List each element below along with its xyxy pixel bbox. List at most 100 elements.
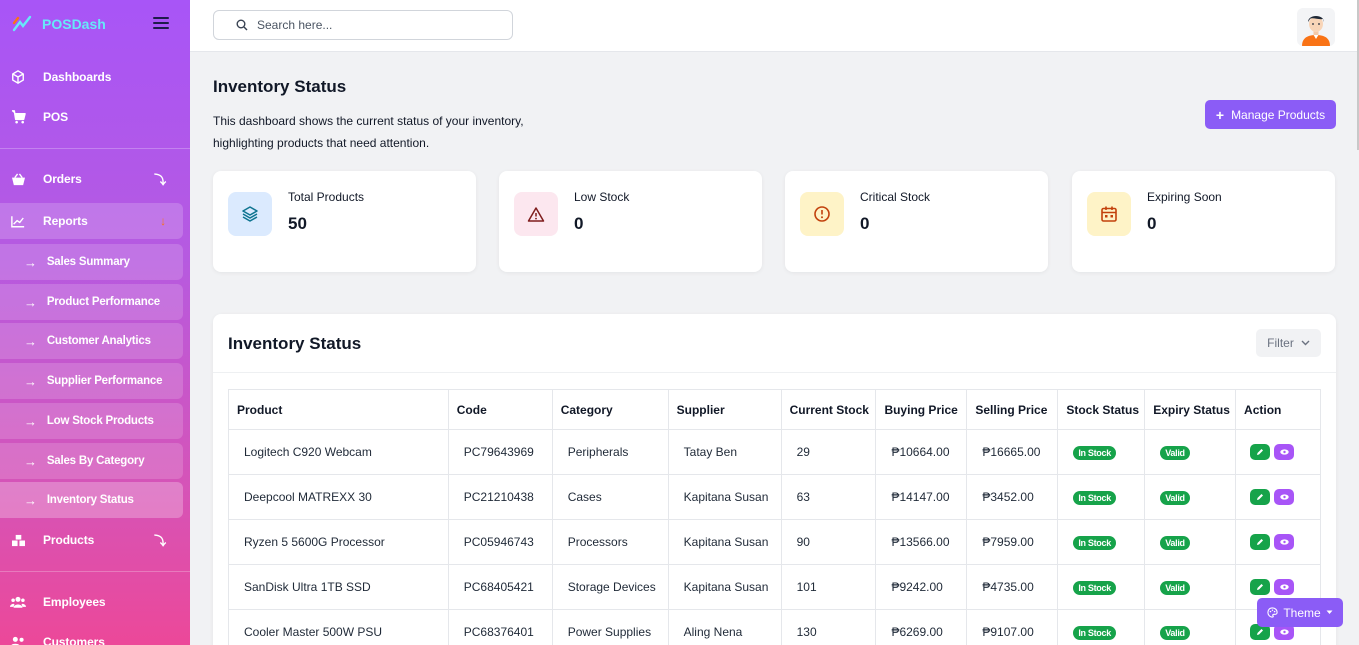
cell-stock: 130 [780, 609, 877, 645]
nav-customer-analytics[interactable]: → Customer Analytics [0, 323, 183, 359]
expiry-status-badge: Valid [1160, 625, 1190, 640]
edit-button[interactable] [1250, 579, 1271, 595]
table-row: Deepcool MATREXX 30 PC21210438 Cases Kap… [228, 474, 1321, 520]
panel-divider [213, 372, 1336, 373]
column-header[interactable]: Stock Status [1057, 389, 1146, 430]
eye-icon [1279, 449, 1289, 455]
sidebar: POSDash Dashboards POS Orders ⤵ Reports … [0, 0, 190, 645]
eye-icon [1279, 584, 1289, 590]
stat-label: Low Stock [574, 190, 630, 204]
stat-label: Critical Stock [860, 190, 931, 204]
stat-value: 0 [860, 214, 870, 233]
stat-label: Expiring Soon [1147, 190, 1222, 204]
arrow-right-icon: → [24, 333, 37, 349]
menu-toggle-icon[interactable] [153, 17, 169, 32]
search-input[interactable] [257, 18, 497, 32]
nav-low-stock-products[interactable]: → Low Stock Products [0, 403, 183, 439]
column-header[interactable]: Category [551, 389, 669, 430]
cell-category: Processors [551, 519, 669, 565]
column-header[interactable]: Supplier [667, 389, 782, 430]
filter-button[interactable]: Filter [1256, 329, 1321, 357]
manage-products-button[interactable]: + Manage Products [1205, 100, 1336, 129]
column-header[interactable]: Expiry Status [1144, 389, 1237, 430]
expiry-status-badge: Valid [1160, 580, 1190, 595]
view-button[interactable] [1274, 579, 1295, 595]
palette-icon [1267, 607, 1278, 618]
table-header-row: Product Code Category Supplier Current S… [228, 389, 1321, 430]
nav-products[interactable]: Products ⤵ [0, 522, 190, 558]
cell-product: Ryzen 5 5600G Processor [228, 519, 449, 565]
table-row: Ryzen 5 5600G Processor PC05946743 Proce… [228, 519, 1321, 565]
avatar-illustration-icon [1302, 16, 1330, 46]
cell-selling-price: ₱9107.00 [966, 609, 1059, 645]
edit-button[interactable] [1250, 444, 1271, 460]
column-header[interactable]: Code [447, 389, 553, 430]
user-avatar[interactable] [1297, 8, 1335, 46]
nav-inventory-status[interactable]: → Inventory Status [0, 482, 183, 518]
column-header[interactable]: Buying Price [875, 389, 968, 430]
column-header[interactable]: Product [228, 389, 449, 430]
pencil-icon [1257, 539, 1264, 545]
column-header[interactable]: Selling Price [966, 389, 1059, 430]
cell-code: PC05946743 [447, 519, 553, 565]
cell-category: Storage Devices [551, 564, 669, 610]
column-header[interactable]: Current Stock [780, 389, 877, 430]
cell-supplier: Tatay Ben [667, 429, 782, 475]
page-description: This dashboard shows the current status … [213, 114, 524, 150]
stock-status-badge: In Stock [1073, 580, 1116, 595]
nav-label: POS [43, 110, 69, 124]
nav-dashboards[interactable]: Dashboards [0, 59, 190, 95]
cell-product: Cooler Master 500W PSU [228, 609, 449, 645]
nav-label: Employees [43, 595, 106, 609]
nav-reports[interactable]: Reports ↓ [0, 203, 190, 239]
expiry-status-badge: Valid [1160, 490, 1190, 505]
cell-code: PC68405421 [447, 564, 553, 610]
brand-name: POSDash [42, 16, 106, 32]
stat-card-critical-stock: Critical Stock 0 [785, 171, 1048, 272]
nav-label: Orders [43, 172, 82, 186]
nav-sales-summary[interactable]: → Sales Summary [0, 244, 183, 280]
stock-status-badge: In Stock [1073, 445, 1116, 460]
arrow-right-icon: → [24, 453, 37, 469]
boxes-icon [10, 532, 26, 548]
table-row: Cooler Master 500W PSU PC68376401 Power … [228, 609, 1321, 645]
table-row: SanDisk Ultra 1TB SSD PC68405421 Storage… [228, 564, 1321, 610]
nav-product-performance[interactable]: → Product Performance [0, 284, 183, 320]
cell-category: Peripherals [551, 429, 669, 475]
cell-product: SanDisk Ultra 1TB SSD [228, 564, 449, 610]
brand-logo-icon [12, 15, 32, 32]
collapse-arrow-icon: ↓ [160, 214, 166, 228]
view-button[interactable] [1274, 489, 1295, 505]
expiry-status-badge: Valid [1160, 445, 1190, 460]
view-button[interactable] [1274, 534, 1295, 550]
nav-pos[interactable]: POS [0, 99, 190, 135]
inventory-panel: Inventory Status Filter Product Code Cat… [213, 314, 1336, 645]
cell-selling-price: ₱3452.00 [966, 474, 1059, 520]
theme-button[interactable]: Theme [1257, 598, 1343, 627]
nav-employees[interactable]: Employees [0, 584, 190, 620]
edit-button[interactable] [1250, 489, 1271, 505]
expiry-status-badge: Valid [1160, 535, 1190, 550]
stat-label: Total Products [288, 190, 365, 204]
cell-stock: 63 [780, 474, 877, 520]
nav-label: Reports [43, 214, 88, 228]
edit-button[interactable] [1250, 534, 1271, 550]
search-box[interactable] [213, 10, 513, 40]
cell-category: Cases [551, 474, 669, 520]
stock-status-badge: In Stock [1073, 535, 1116, 550]
cell-selling-price: ₱4735.00 [966, 564, 1059, 610]
column-header: Action [1235, 389, 1321, 430]
view-button[interactable] [1274, 444, 1295, 460]
stat-card-total-products: Total Products 50 [213, 171, 476, 272]
pencil-icon [1257, 584, 1264, 590]
pencil-icon [1257, 494, 1264, 500]
cell-selling-price: ₱16665.00 [966, 429, 1059, 475]
nav-sales-by-category[interactable]: → Sales By Category [0, 443, 183, 479]
basket-icon [10, 171, 26, 187]
alert-circle-icon [800, 192, 844, 236]
panel-title: Inventory Status [228, 334, 362, 353]
nav-supplier-performance[interactable]: → Supplier Performance [0, 363, 183, 399]
expand-arrow-icon: ⤵ [154, 533, 166, 548]
nav-orders[interactable]: Orders ⤵ [0, 161, 190, 197]
nav-customers[interactable]: Customers [0, 624, 190, 645]
